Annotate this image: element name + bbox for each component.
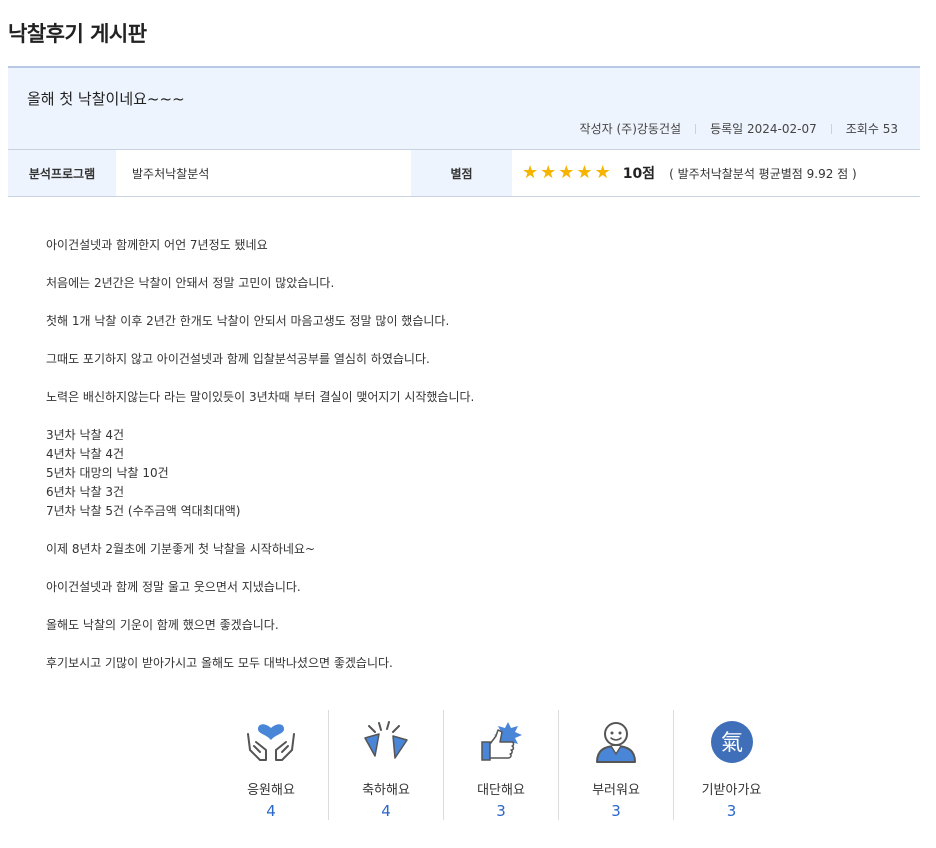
board-title: 낙찰후기 게시판	[8, 22, 147, 46]
rating-value: ★ ★ ★ ★ ★ 10점 ( 발주처낙찰분석 평균별점 9.92 점 )	[512, 150, 920, 196]
star-icon: ★	[540, 162, 557, 183]
content-paragraph: 첫해 1개 낙찰 이후 2년간 한개도 낙찰이 안되서 마음고생도 정말 많이 …	[46, 314, 450, 328]
gi-energy-icon: 氣	[704, 718, 760, 765]
reaction-congrats-button[interactable]: 축하해요 4	[329, 710, 444, 820]
gi-glyph: 氣	[720, 731, 742, 756]
meta-divider	[695, 123, 697, 134]
content-paragraph: 노력은 배신하지않는다 라는 말이있듯이 3년차때 부터 결실이 맺어지기 시작…	[46, 390, 475, 404]
reaction-count: 4	[266, 802, 276, 820]
content-paragraph: 후기보시고 기많이 받아가시고 올해도 모두 대박나셨으면 좋겠습니다.	[46, 656, 393, 670]
views-label: 조회수	[845, 122, 879, 136]
content-paragraph: 아이건설넷과 함께 정말 울고 웃으면서 지냈습니다.	[46, 580, 301, 594]
post-info-row: 분석프로그램 발주처낙찰분석 별점 ★ ★ ★ ★ ★ 10점 ( 발주처낙찰분석 평균…	[8, 149, 920, 197]
reaction-label: 응원해요	[247, 783, 295, 798]
reaction-label: 부러워요	[592, 783, 640, 798]
meta-divider	[830, 123, 832, 134]
reaction-label: 대단해요	[477, 783, 525, 798]
program-value: 발주처낙찰분석	[132, 166, 210, 181]
reaction-great-button[interactable]: 대단해요 3	[444, 710, 559, 820]
post-meta: 작성자 (주)강동건설 등록일 2024-02-07 조회수 53	[580, 120, 898, 137]
post-header: 올해 첫 낙찰이네요~~~ 작성자 (주)강동건설 등록일 2024-02-07…	[8, 66, 920, 149]
reaction-energy-button[interactable]: 氣 기받아가요 3	[674, 710, 789, 820]
content-paragraph: 이제 8년차 2월초에 기분좋게 첫 낙찰을 시작하네요~	[46, 542, 316, 556]
views-value: 53	[882, 121, 898, 136]
reaction-count: 3	[496, 802, 506, 820]
rating-average: ( 발주처낙찰분석 평균별점 9.92 점 )	[669, 166, 857, 181]
post-title: 올해 첫 낙찰이네요~~~	[27, 90, 185, 108]
author-label: 작성자	[579, 122, 613, 136]
reaction-count: 3	[726, 802, 737, 820]
content-paragraph: 3년차 낙찰 4건 4년차 낙찰 4건 5년차 대망의 낙찰 10건 6년차 낙…	[46, 428, 241, 518]
reaction-label: 축하해요	[362, 783, 410, 798]
reaction-label: 기받아가요	[701, 783, 762, 798]
content-paragraph: 올해도 낙찰의 기운이 함께 했으면 좋겠습니다.	[46, 618, 279, 632]
content-paragraph: 아이건설넷과 함께한지 어언 7년정도 됐네요	[46, 238, 268, 252]
reaction-cheer-button[interactable]: 응원해요 4	[214, 710, 329, 820]
rating-stars: ★ ★ ★ ★ ★	[522, 164, 611, 182]
post-content: 아이건설넷과 함께한지 어언 7년정도 됐네요 처음에는 2년간은 낙찰이 안돼…	[46, 236, 906, 692]
date-label: 등록일	[710, 122, 744, 136]
star-icon: ★	[576, 162, 593, 183]
rating-label: 별점	[411, 150, 512, 196]
thumbs-up-icon	[473, 718, 529, 765]
star-icon: ★	[522, 162, 539, 183]
content-paragraph: 처음에는 2년간은 낙찰이 안돼서 정말 고민이 많았습니다.	[46, 276, 335, 290]
cheer-hands-heart-icon	[243, 718, 299, 765]
date-value: 2024-02-07	[747, 121, 817, 136]
content-paragraph: 그때도 포기하지 않고 아이건설넷과 함께 입찰분석공부를 열심히 하였습니다.	[46, 352, 430, 366]
rating-score: 10점	[622, 166, 656, 182]
star-icon: ★	[594, 162, 611, 183]
reaction-count: 3	[611, 802, 621, 820]
reaction-envy-button[interactable]: 부러워요 3	[559, 710, 674, 820]
program-label: 분석프로그램	[8, 150, 116, 196]
party-popper-icon	[358, 718, 414, 765]
author-value: (주)강동건설	[616, 122, 682, 136]
envious-person-icon	[588, 718, 644, 765]
star-icon: ★	[558, 162, 575, 183]
reaction-count: 4	[381, 802, 391, 820]
reaction-bar: 응원해요 4 축하해요 4 대단해요 3 부러워요 3 氣 기받아가요 3	[214, 710, 789, 820]
